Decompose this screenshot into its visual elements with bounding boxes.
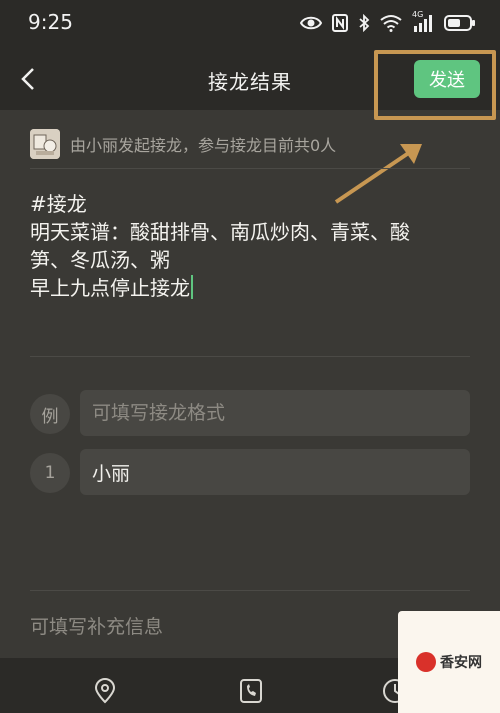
example-format-input[interactable] <box>80 390 470 436</box>
avatar-image-icon <box>30 129 60 159</box>
nfc-icon <box>332 14 348 32</box>
watermark-logo-icon <box>416 652 436 672</box>
initiator-row: 由小丽发起接龙，参与接龙目前共0人 <box>30 128 336 160</box>
status-time: 9:25 <box>28 10 73 34</box>
bluetooth-icon <box>359 14 370 32</box>
wifi-icon <box>380 15 402 32</box>
content-line: 明天菜谱：酸甜排骨、南瓜炒肉、青菜、酸 <box>30 220 410 244</box>
status-bar: 9:25 4G <box>0 0 500 48</box>
entry-input[interactable] <box>80 449 470 495</box>
location-icon[interactable] <box>92 678 118 704</box>
divider <box>30 590 470 591</box>
status-icons: 4G <box>300 10 476 34</box>
signal-4g-icon: 4G <box>412 10 434 33</box>
content-line: #接龙 <box>30 192 87 216</box>
entry-index-badge: 1 <box>30 453 70 493</box>
initiator-text: 由小丽发起接龙，参与接龙目前共0人 <box>70 136 337 155</box>
battery-icon <box>444 15 475 31</box>
text-cursor <box>191 275 193 299</box>
content-line-text: 早上九点停止接龙 <box>30 276 190 300</box>
supplement-info-field[interactable]: 可填写补充信息 <box>30 612 163 639</box>
content-line-last: 早上九点停止接龙 <box>30 274 450 302</box>
example-entry-row: 例 <box>30 390 470 436</box>
eye-icon <box>300 16 322 30</box>
entry-row: 1 <box>30 449 470 495</box>
watermark-text: 香安网 <box>440 655 482 671</box>
avatar[interactable] <box>30 129 60 159</box>
divider <box>30 168 470 169</box>
solitaire-content[interactable]: #接龙 明天菜谱：酸甜排骨、南瓜炒肉、青菜、酸 笋、冬瓜汤、粥 早上九点停止接龙 <box>30 190 450 302</box>
example-badge: 例 <box>30 394 70 434</box>
divider <box>30 356 470 357</box>
watermark-logo: 香安网 <box>398 611 500 713</box>
phone-icon[interactable] <box>238 678 264 704</box>
send-button[interactable]: 发送 <box>414 60 480 98</box>
content-line: 笋、冬瓜汤、粥 <box>30 248 170 272</box>
